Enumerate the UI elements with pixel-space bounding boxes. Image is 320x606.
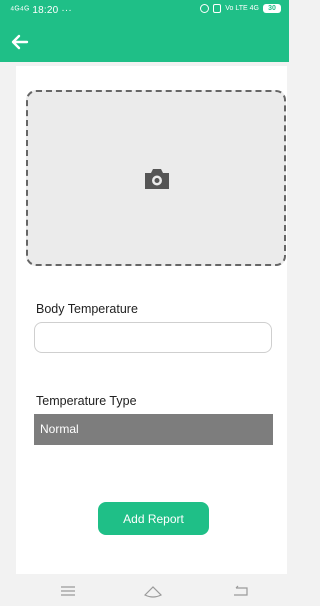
status-left: ⁴ᴳ⁴ᴳ 18:20 ··· bbox=[10, 5, 72, 16]
signal-text: ⁴ᴳ⁴ᴳ bbox=[10, 5, 30, 16]
arrow-left-icon[interactable] bbox=[6, 28, 34, 56]
temperature-type-value: Normal bbox=[40, 422, 79, 436]
temperature-type-label: Temperature Type bbox=[36, 394, 137, 408]
report-form-card: Body Temperature Temperature Type Normal… bbox=[16, 66, 287, 574]
back-icon[interactable] bbox=[230, 582, 252, 600]
status-bar: ⁴ᴳ⁴ᴳ 18:20 ··· Vo LTE 4G 30 bbox=[0, 0, 289, 23]
network-indicator: Vo LTE 4G bbox=[225, 5, 259, 12]
battery-indicator: 30 bbox=[263, 4, 281, 13]
app-bar bbox=[0, 23, 289, 62]
camera-icon bbox=[145, 169, 169, 189]
temperature-type-select[interactable]: Normal bbox=[34, 414, 273, 445]
body-temperature-label: Body Temperature bbox=[36, 302, 138, 316]
alarm-icon bbox=[200, 4, 210, 13]
photo-picker[interactable] bbox=[26, 90, 286, 266]
system-nav-bar bbox=[0, 578, 289, 606]
status-right: Vo LTE 4G 30 bbox=[200, 4, 281, 13]
status-dots: ··· bbox=[61, 5, 72, 16]
menu-icon[interactable] bbox=[57, 582, 79, 600]
nfc-icon bbox=[213, 4, 222, 13]
body-temperature-input[interactable] bbox=[34, 322, 272, 353]
add-report-button[interactable]: Add Report bbox=[98, 502, 209, 535]
home-icon[interactable] bbox=[142, 582, 164, 600]
status-time: 18:20 bbox=[32, 5, 59, 16]
